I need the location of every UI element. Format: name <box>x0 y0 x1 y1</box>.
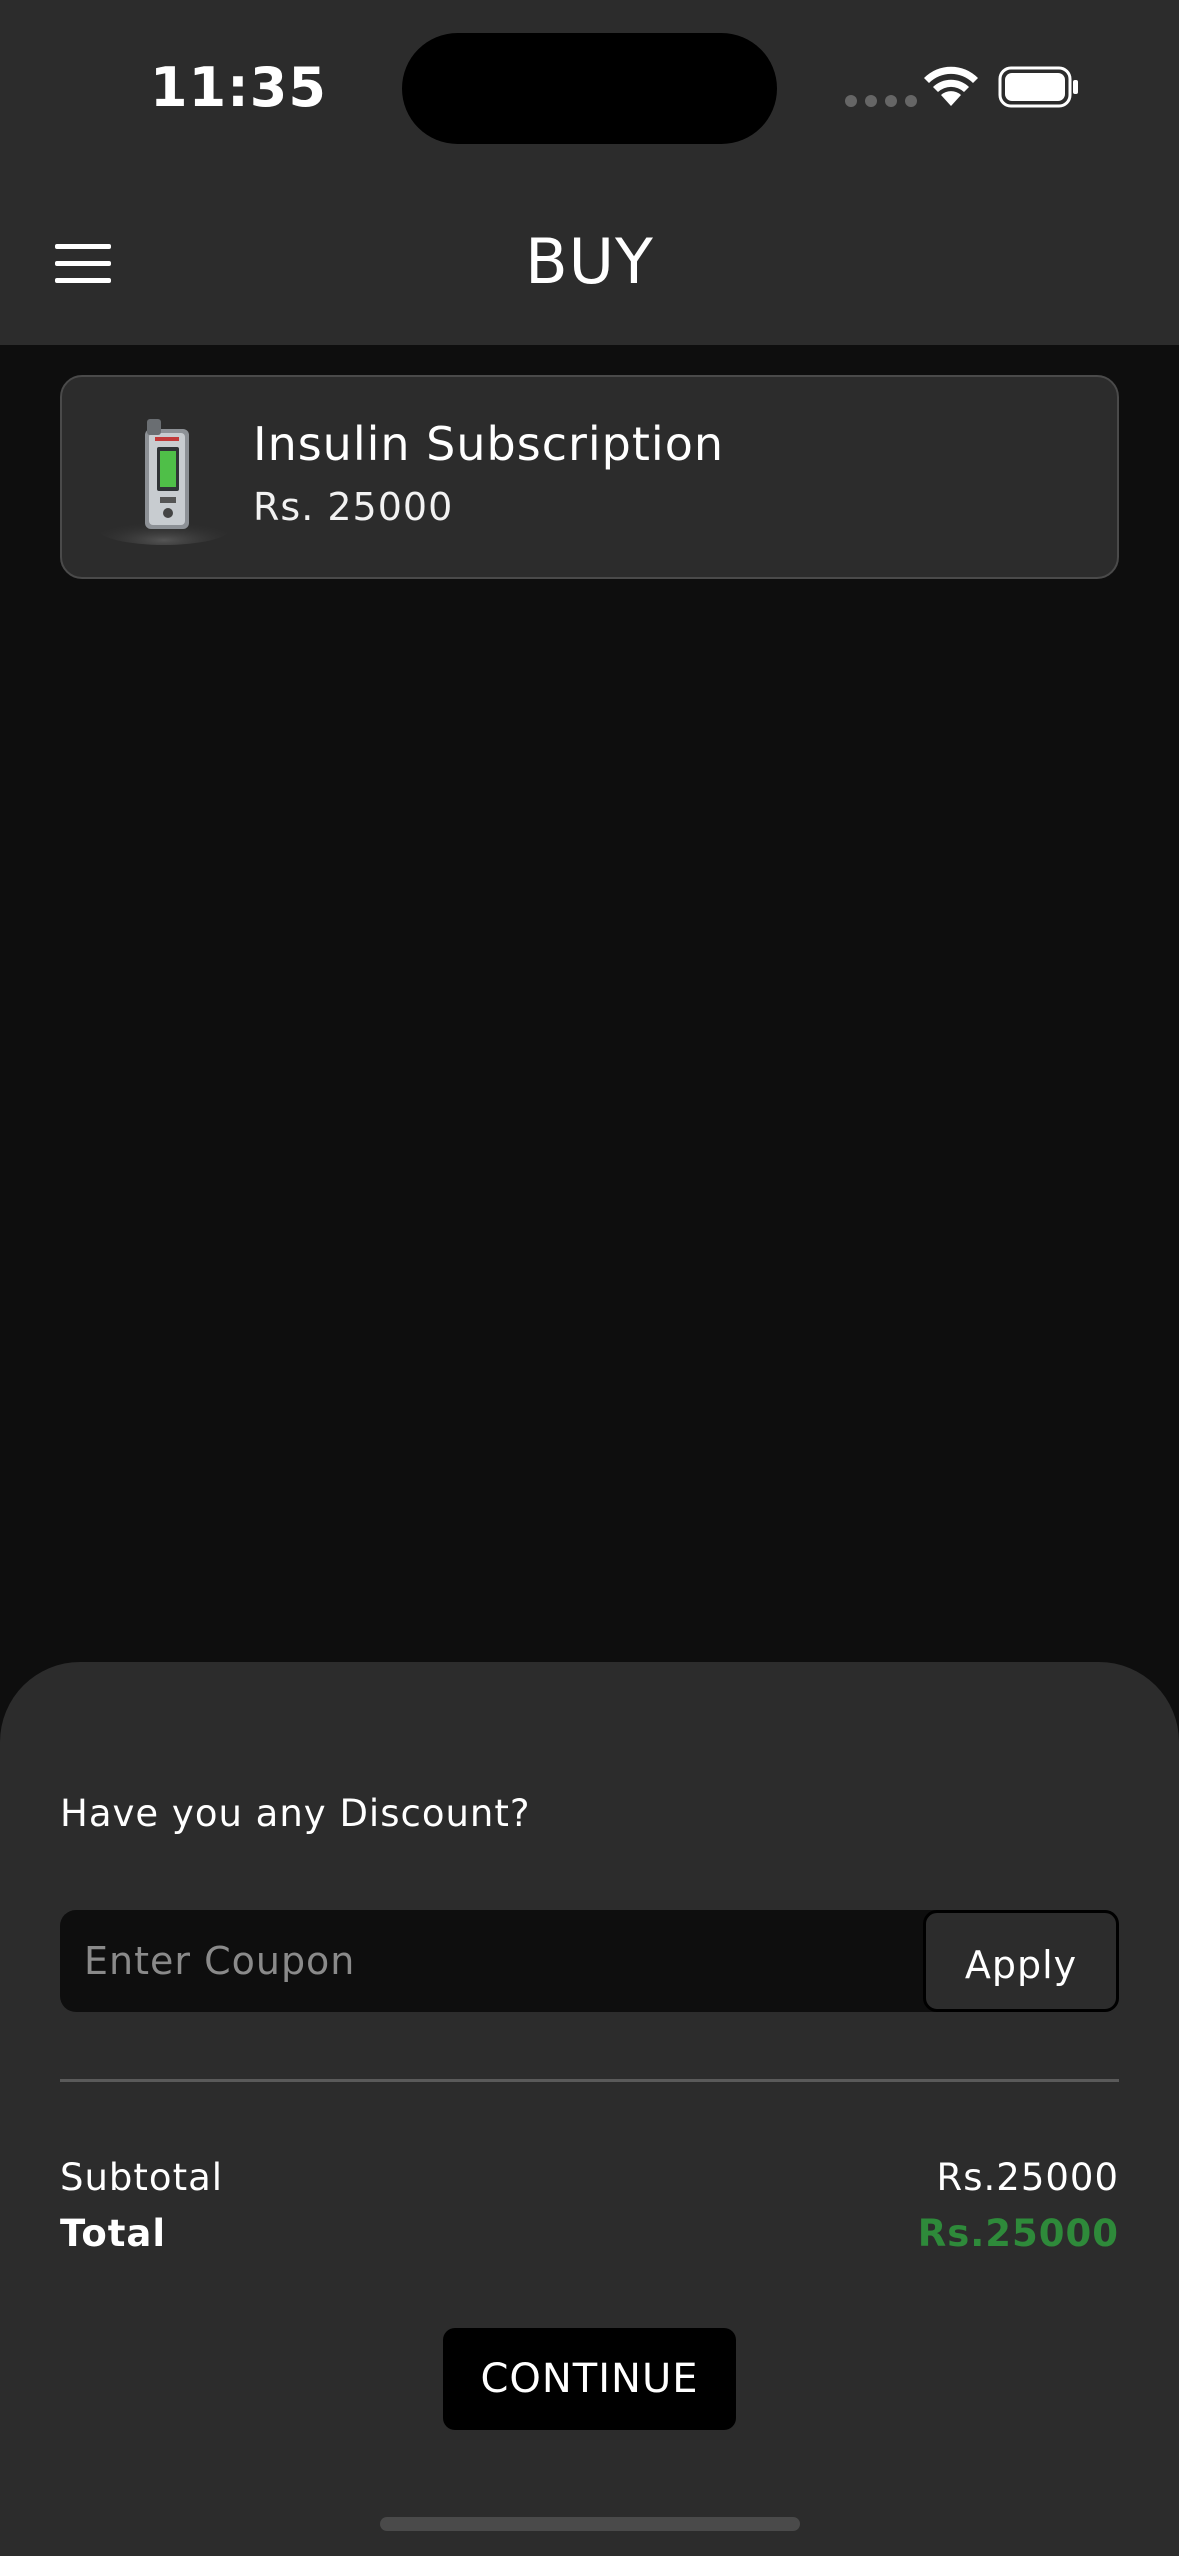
apply-coupon-button[interactable]: Apply <box>923 1910 1119 2012</box>
insulin-pump-image <box>98 419 230 545</box>
coupon-field-group: Apply <box>60 1910 1119 2012</box>
cellular-signal-icon <box>845 95 917 107</box>
product-name: Insulin Subscription <box>253 417 724 471</box>
product-price: Rs. 25000 <box>253 485 454 529</box>
divider <box>60 2079 1119 2082</box>
checkout-sheet: Have you any Discount? Apply Subtotal Rs… <box>0 1662 1179 2556</box>
home-indicator[interactable] <box>380 2517 800 2531</box>
continue-button[interactable]: CONTINUE <box>443 2328 736 2430</box>
subtotal-value: Rs.25000 <box>936 2156 1119 2199</box>
page-title: BUY <box>525 225 654 298</box>
coupon-input[interactable] <box>60 1910 920 2012</box>
top-bar: 11:35 BUY <box>0 0 1179 345</box>
subtotal-label: Subtotal <box>60 2156 224 2199</box>
battery-icon <box>998 66 1078 108</box>
total-label: Total <box>60 2212 167 2255</box>
total-value: Rs.25000 <box>917 2212 1119 2255</box>
dynamic-island <box>402 33 777 144</box>
wifi-icon <box>924 66 978 106</box>
buy-screen: 11:35 BUY Insulin Subscription Rs. 25000… <box>0 0 1179 2556</box>
status-time: 11:35 <box>150 56 327 119</box>
discount-prompt: Have you any Discount? <box>60 1792 531 1835</box>
cart-item-card[interactable]: Insulin Subscription Rs. 25000 <box>60 375 1119 579</box>
